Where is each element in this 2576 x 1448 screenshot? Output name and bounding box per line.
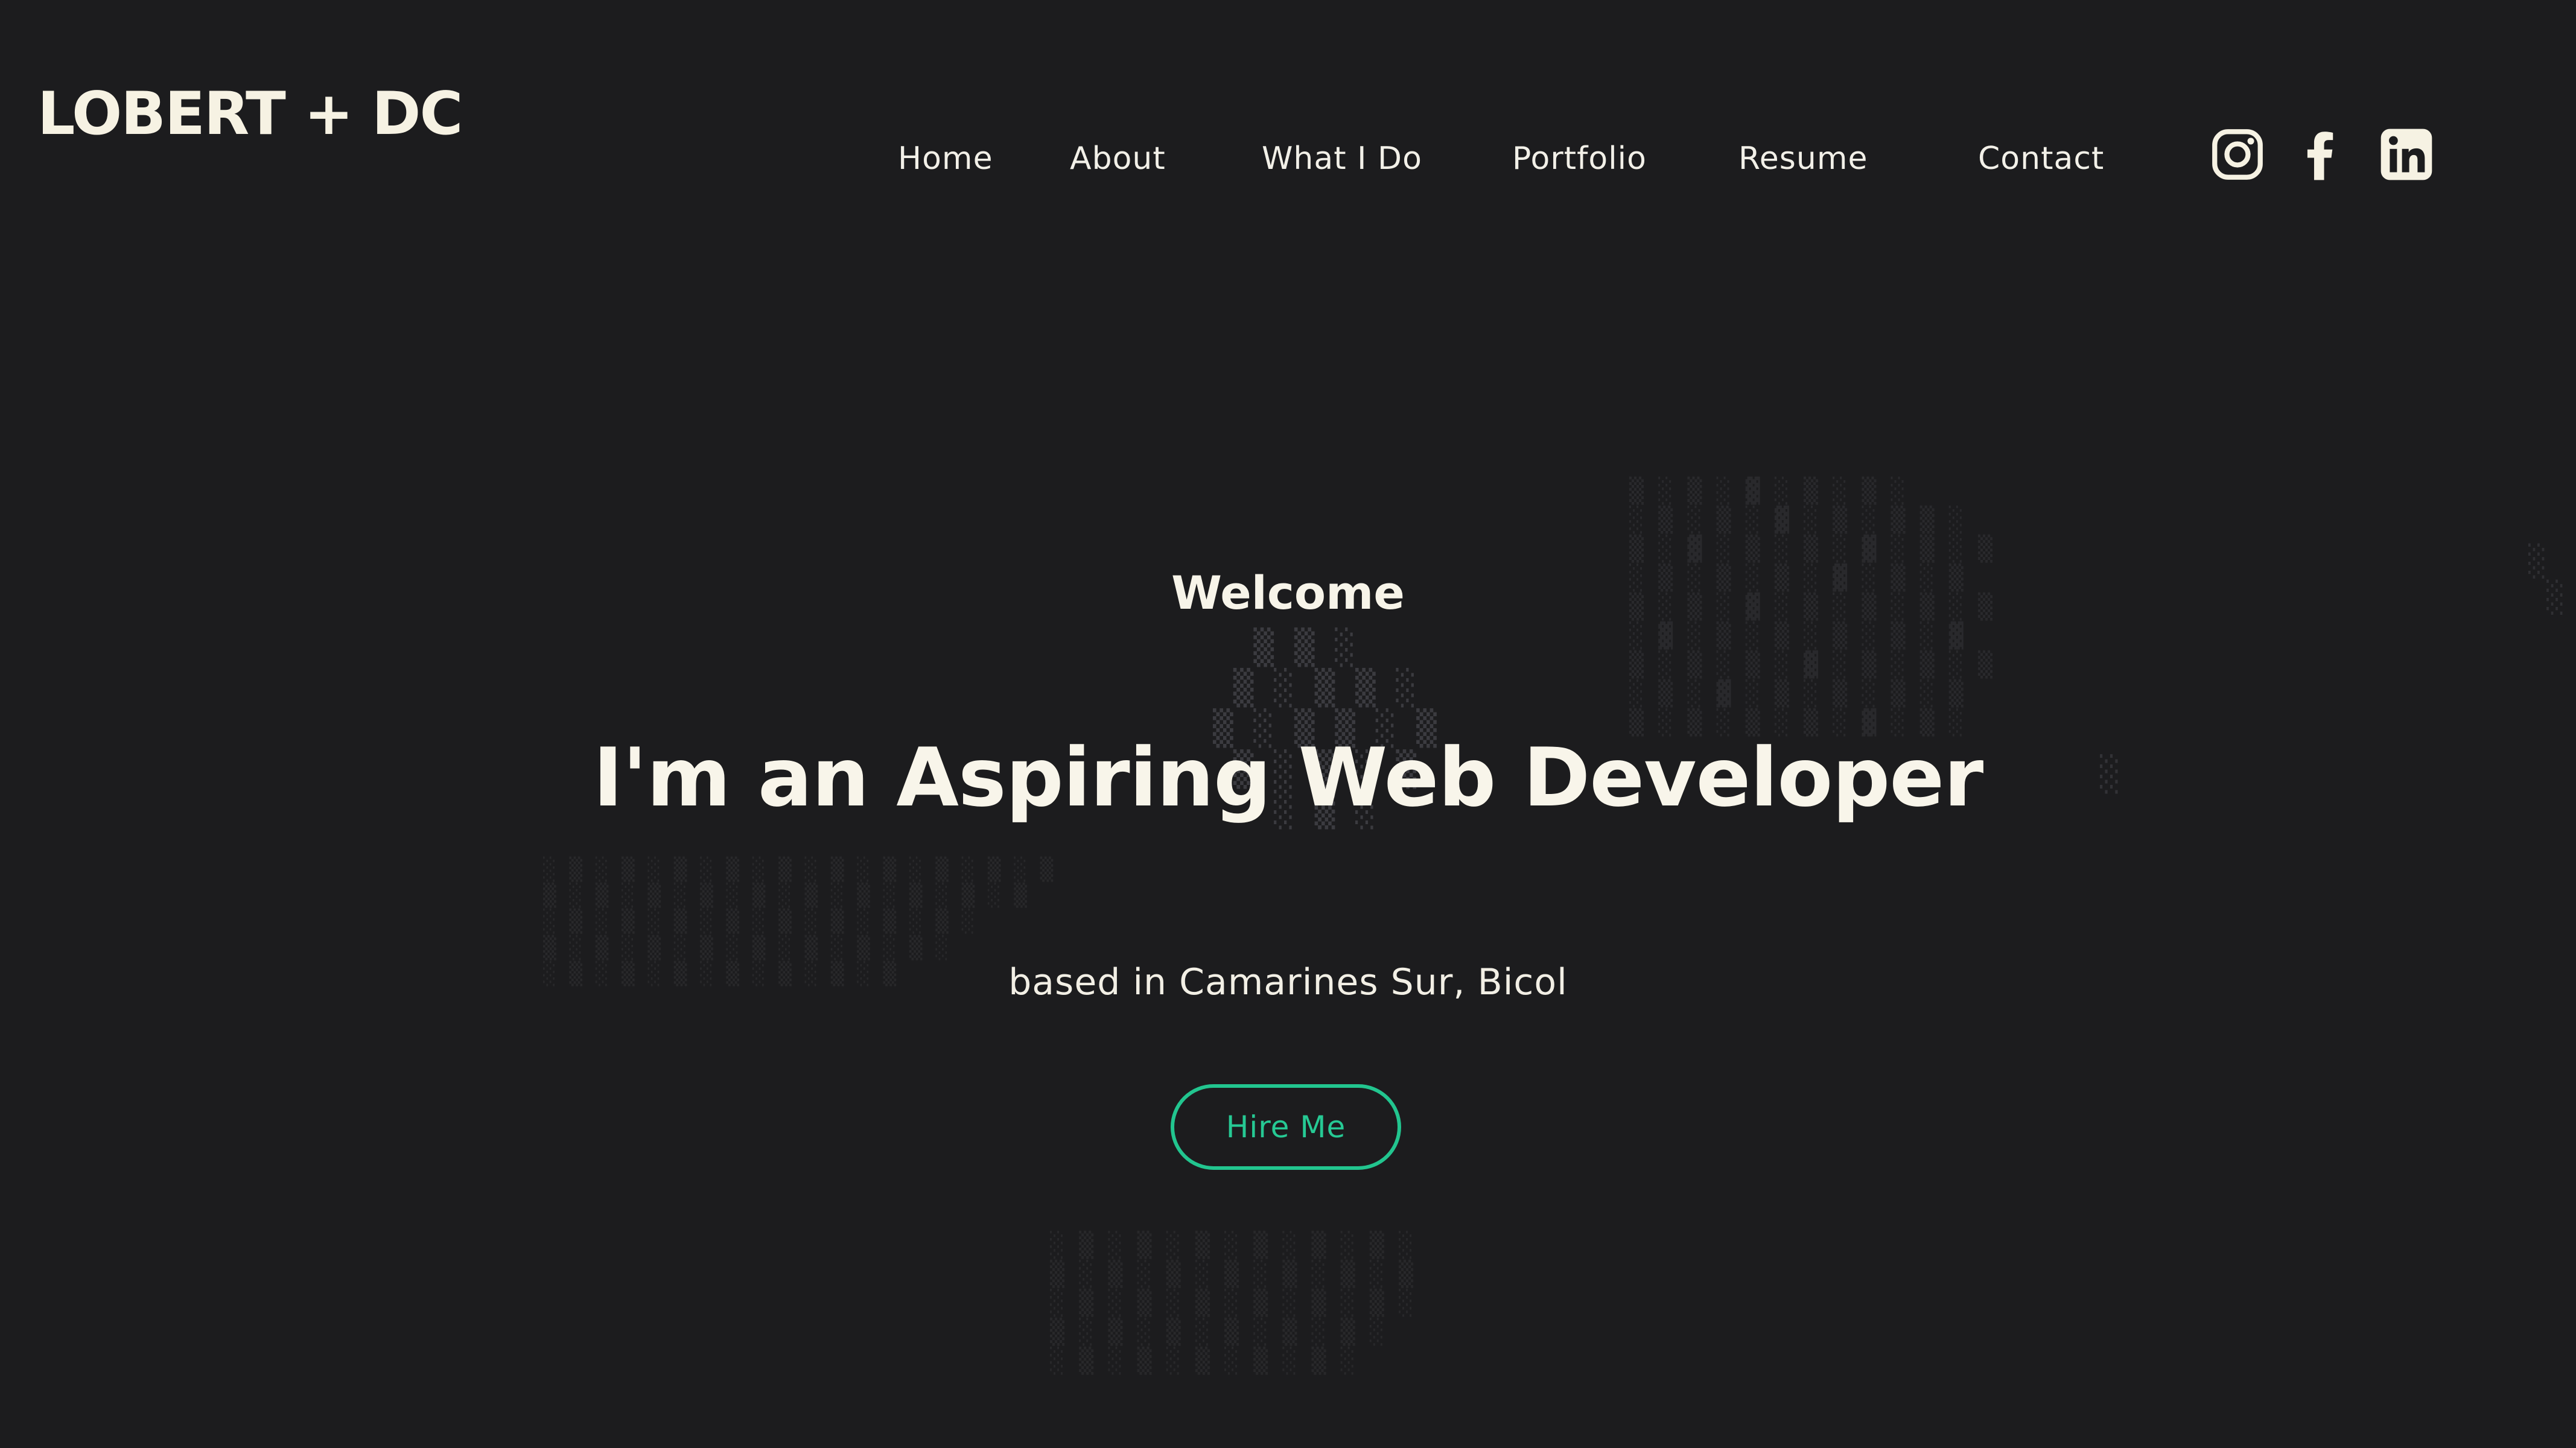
hero-location: based in Camarines Sur, Bicol (1008, 961, 1568, 1003)
nav-item-what-i-do[interactable]: What I Do (1262, 138, 1422, 180)
matrix-background-bottom: ░ ▒ ░ ▒ ░ ▒ ░ ▒ ░ ▒ ░ ▒ ░ ▒ ░ ▒ ░ ▒ ░ ▒ … (1050, 1231, 1414, 1375)
hire-me-button[interactable]: Hire Me (1171, 1084, 1401, 1170)
nav-item-resume[interactable]: Resume (1738, 138, 1868, 180)
facebook-icon[interactable] (2293, 127, 2349, 182)
main-nav: Home About What I Do Portfolio Resume Co… (0, 138, 2576, 180)
site-logo[interactable]: LOBERT + DC (37, 84, 463, 144)
nav-item-portfolio[interactable]: Portfolio (1512, 138, 1647, 180)
page: ▒ ░ ▒ ░ ▓ ░ ▒ ░ ▒ ░ ░ ▒ ░ ▒ ░ ▓ ░ ▒ ░ ▒ … (0, 0, 2576, 1448)
linkedin-icon[interactable] (2379, 127, 2434, 182)
nav-item-about[interactable]: About (1070, 138, 1166, 180)
instagram-icon[interactable] (2210, 127, 2265, 182)
nav-item-contact[interactable]: Contact (1978, 138, 2104, 180)
hero-welcome: Welcome (1171, 566, 1405, 620)
nav-item-home[interactable]: Home (898, 138, 993, 180)
hero-headline: I'm an Aspiring Web Developer (593, 731, 1984, 825)
